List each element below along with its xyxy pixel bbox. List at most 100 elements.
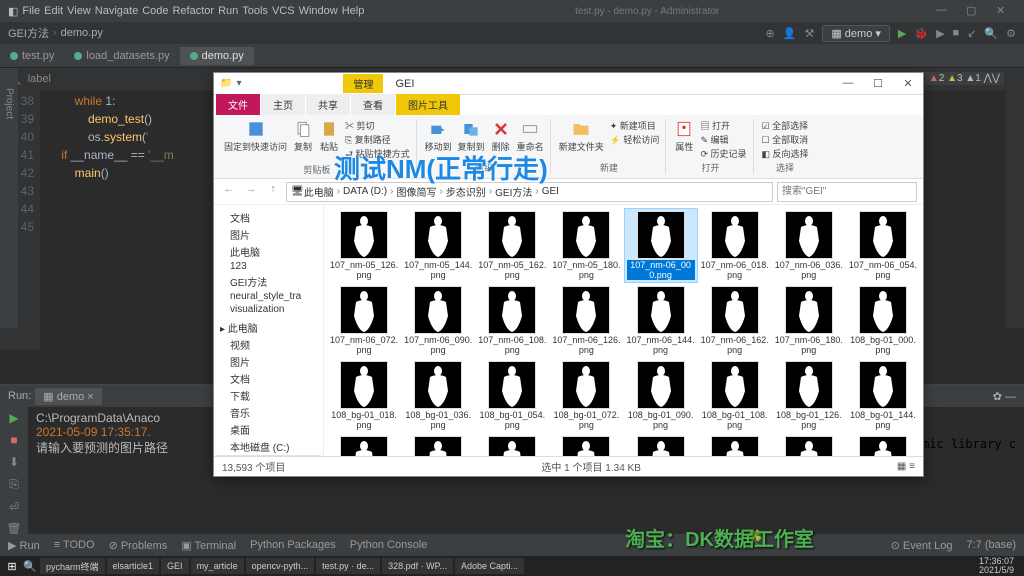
- nav-item[interactable]: 下载: [216, 387, 321, 404]
- select-none-button[interactable]: ☐ 全部取消: [762, 133, 809, 146]
- nav-item[interactable]: 音乐: [216, 404, 321, 421]
- menu-run[interactable]: Run: [218, 5, 238, 17]
- nav-item[interactable]: neural_style_tra: [216, 290, 321, 303]
- taskbar-item[interactable]: Adobe Capti...: [455, 558, 524, 574]
- path-segment[interactable]: GEI: [542, 186, 559, 197]
- file-item[interactable]: 107_nm-05_126.png: [328, 209, 400, 282]
- user-icon[interactable]: 👤: [783, 27, 797, 40]
- debug-icon[interactable]: 🐞: [914, 27, 928, 40]
- file-item[interactable]: 108_bg-01_018.png: [328, 359, 400, 432]
- gear-icon[interactable]: ✿ —: [993, 390, 1016, 403]
- file-item[interactable]: 108_bg-01_108.png: [699, 359, 771, 432]
- view-toggle[interactable]: ▦ ≡: [897, 461, 915, 472]
- file-item[interactable]: 107_nm-06_072.png: [328, 284, 400, 357]
- file-item[interactable]: 108_bg-01_126.png: [773, 359, 845, 432]
- git-icon[interactable]: ↙: [967, 27, 976, 40]
- breadcrumb-file[interactable]: demo.py: [61, 27, 103, 39]
- move-to-button[interactable]: 移动到: [425, 119, 452, 153]
- file-item[interactable]: 107_nm-06_054.png: [847, 209, 919, 282]
- rerun-icon[interactable]: ▶: [9, 411, 18, 425]
- file-item[interactable]: 108_bg-02_000.png: [476, 434, 548, 456]
- file-item[interactable]: 108_bg-01_000.png: [847, 284, 919, 357]
- ribbon-tab[interactable]: 文件: [216, 94, 260, 115]
- ribbon-tab[interactable]: 查看: [351, 94, 395, 115]
- forward-button[interactable]: →: [242, 183, 260, 201]
- search-icon[interactable]: 🔍: [984, 27, 998, 40]
- edit-button[interactable]: ✎ 编辑: [700, 133, 728, 146]
- new-folder-button[interactable]: 新建文件夹: [559, 119, 604, 153]
- editor-tab[interactable]: demo.py: [180, 47, 254, 65]
- taskbar-item[interactable]: 328.pdf · WP...: [382, 558, 453, 574]
- nav-item[interactable]: 桌面: [216, 421, 321, 438]
- file-item[interactable]: 108_bg-01_036.png: [402, 359, 474, 432]
- easy-access-button[interactable]: ⚡ 轻松访问: [610, 133, 660, 146]
- delete-button[interactable]: 删除: [491, 119, 511, 153]
- breadcrumb-root[interactable]: GEI方法: [8, 25, 49, 41]
- menu-tools[interactable]: Tools: [242, 5, 268, 17]
- nav-item[interactable]: 视频: [216, 336, 321, 353]
- tool-window-button[interactable]: ⊘ Problems: [109, 539, 168, 552]
- invert-selection-button[interactable]: ◧ 反向选择: [762, 147, 809, 160]
- file-item[interactable]: 107_nm-06_090.png: [402, 284, 474, 357]
- maximize-icon[interactable]: ▢: [966, 4, 980, 18]
- file-item[interactable]: 108_bg-02_036.png: [625, 434, 697, 456]
- taskbar-item[interactable]: GEI: [161, 558, 189, 574]
- paste-button[interactable]: 粘贴: [319, 119, 339, 153]
- open-button[interactable]: ▤ 打开: [700, 119, 730, 132]
- menu-code[interactable]: Code: [142, 5, 168, 17]
- pin-button[interactable]: 固定到快速访问: [224, 119, 287, 153]
- address-bar[interactable]: 🖥 此电脑›DATA (D:)›图像简写›步态识别›GEI方法›GEI: [286, 182, 773, 202]
- file-item[interactable]: 107_nm-06_126.png: [550, 284, 622, 357]
- paste-shortcut-button[interactable]: ⮐ 粘贴快捷方式: [345, 147, 410, 163]
- history-button[interactable]: ⟳ 历史记录: [700, 147, 746, 160]
- file-item[interactable]: 107_nm-06_108.png: [476, 284, 548, 357]
- export-icon[interactable]: ⎘: [9, 477, 19, 492]
- file-item[interactable]: 108_bg-01_072.png: [550, 359, 622, 432]
- path-segment[interactable]: DATA (D:): [343, 186, 387, 197]
- file-item[interactable]: 108_bg-02_072.png: [773, 434, 845, 456]
- menu-help[interactable]: Help: [342, 5, 365, 17]
- file-item[interactable]: 108_bg-02_054.png: [699, 434, 771, 456]
- file-list[interactable]: 107_nm-05_126.png107_nm-05_144.png107_nm…: [324, 205, 923, 456]
- file-item[interactable]: 108_bg-01_180.png: [402, 434, 474, 456]
- cut-button[interactable]: ✂ 剪切: [345, 119, 375, 132]
- qat-down-icon[interactable]: ▾: [236, 78, 241, 89]
- nav-item[interactable]: 图片: [216, 353, 321, 370]
- properties-button[interactable]: 属性: [674, 119, 694, 153]
- tool-window-button[interactable]: ▶ Run: [8, 539, 40, 552]
- new-item-button[interactable]: ✦ 新建项目: [610, 119, 656, 132]
- tool-window-button[interactable]: Python Console: [350, 539, 428, 551]
- nav-item[interactable]: 123: [216, 260, 321, 273]
- taskbar-item[interactable]: my_article: [191, 558, 244, 574]
- menu-window[interactable]: Window: [299, 5, 338, 17]
- file-item[interactable]: 108_bg-01_090.png: [625, 359, 697, 432]
- nav-item[interactable]: 本地磁盘 (C:): [216, 438, 321, 455]
- up-button[interactable]: ↑: [264, 183, 282, 201]
- coverage-icon[interactable]: ▶: [936, 27, 944, 40]
- file-item[interactable]: 107_nm-06_162.png: [699, 284, 771, 357]
- add-config-icon[interactable]: ⊕: [766, 27, 775, 40]
- menu-view[interactable]: View: [67, 5, 91, 17]
- start-button[interactable]: ⊞: [4, 560, 20, 573]
- nav-item[interactable]: 此电脑: [216, 243, 321, 260]
- down-icon[interactable]: ⬇: [9, 455, 19, 469]
- nav-item[interactable]: 文档: [216, 209, 321, 226]
- close-icon[interactable]: ✕: [996, 4, 1010, 18]
- menu-file[interactable]: File: [22, 5, 40, 17]
- ribbon-tab[interactable]: 共享: [306, 94, 350, 115]
- file-item[interactable]: 108_bg-01_162.png: [328, 434, 400, 456]
- nav-item[interactable]: visualization: [216, 303, 321, 316]
- run-config-dropdown[interactable]: ▦ demo ▾: [822, 25, 890, 42]
- file-item[interactable]: 107_nm-05_162.png: [476, 209, 548, 282]
- nav-item[interactable]: 文档: [216, 370, 321, 387]
- settings-icon[interactable]: ⚙: [1006, 27, 1016, 40]
- file-item[interactable]: 107_nm-06_018.png: [699, 209, 771, 282]
- system-clock[interactable]: 17:36:072021/5/9: [973, 557, 1020, 575]
- search-input[interactable]: [777, 182, 917, 202]
- close-icon[interactable]: ✕: [893, 77, 923, 90]
- ribbon-tab[interactable]: 主页: [261, 94, 305, 115]
- search-icon[interactable]: 🔍: [22, 560, 38, 573]
- nav-item[interactable]: GEI方法: [216, 273, 321, 290]
- file-item[interactable]: 107_nm-06_144.png: [625, 284, 697, 357]
- select-all-button[interactable]: ☑ 全部选择: [762, 119, 809, 132]
